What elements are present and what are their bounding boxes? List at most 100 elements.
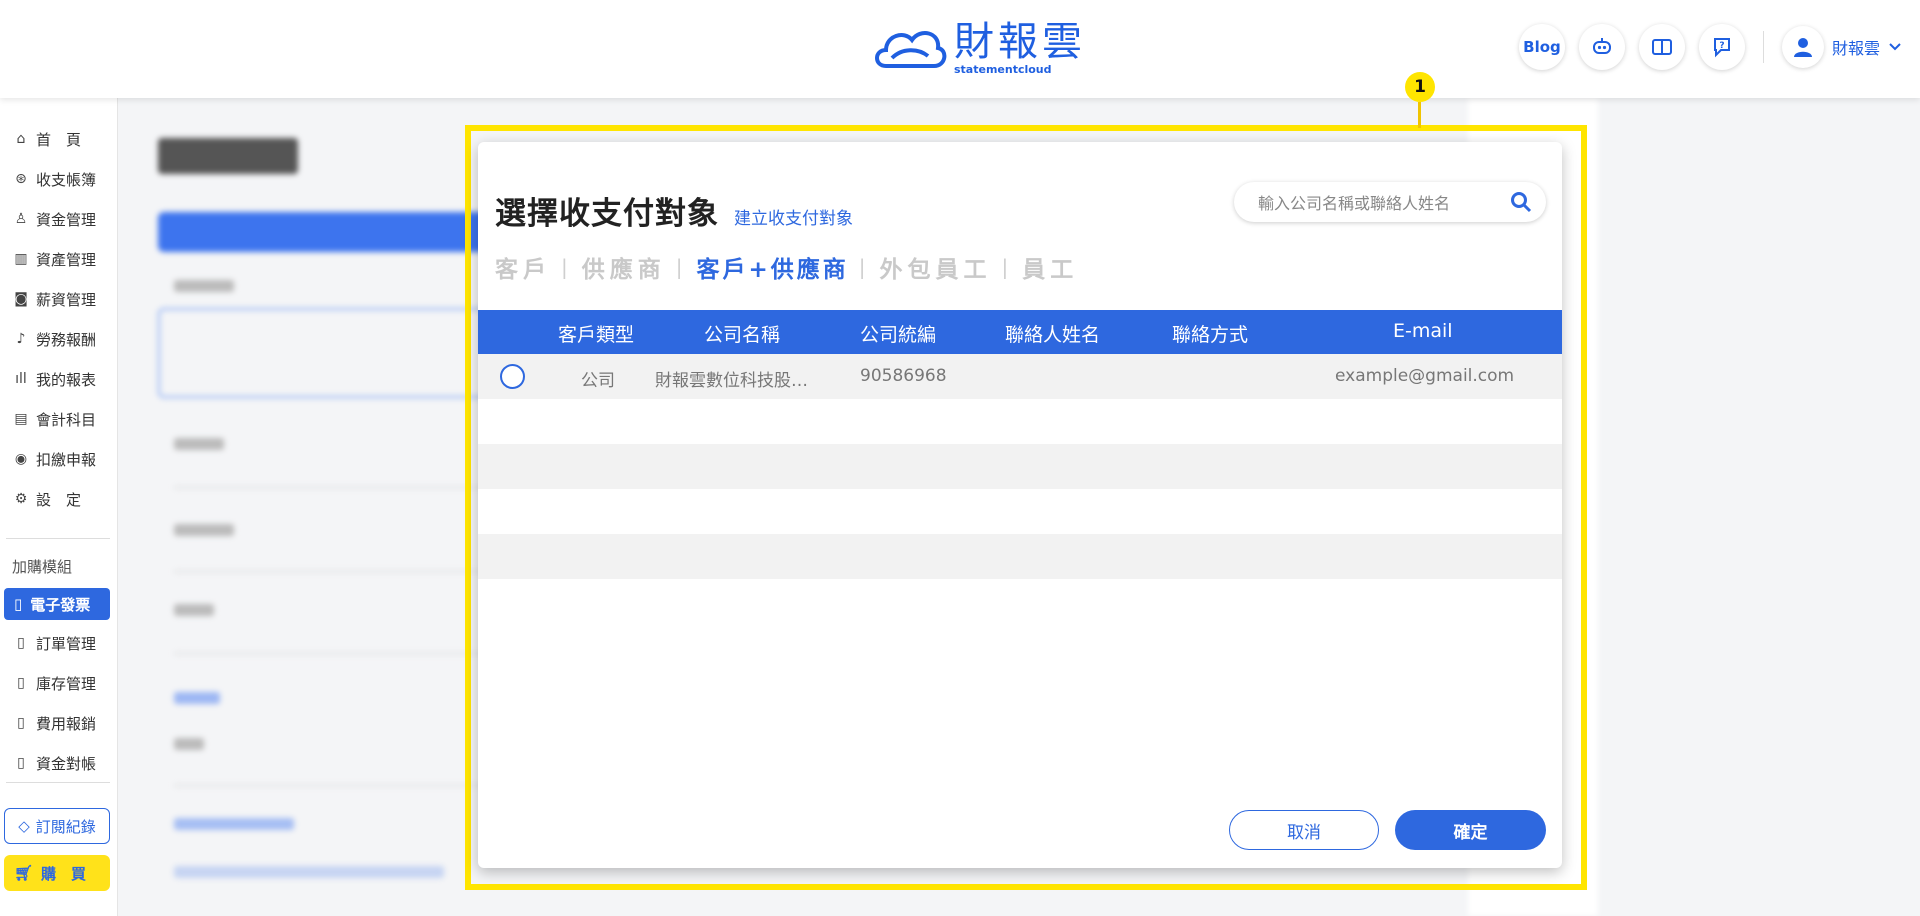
tab-customer-supplier[interactable]: 客戶+供應商 xyxy=(697,250,849,284)
buy-button[interactable]: 🛒︎ 購 買 xyxy=(4,855,110,891)
salary-icon: ◙ xyxy=(14,291,28,307)
create-payee-link[interactable]: 建立收支付對象 xyxy=(734,204,853,229)
sidebar-item-label: 資金對帳 xyxy=(36,754,97,773)
sidebar-item-accounting[interactable]: ▤ 會計科目 xyxy=(12,404,102,434)
header-divider xyxy=(1762,31,1764,63)
sidebar-item-label: 訂單管理 xyxy=(36,634,97,653)
sidebar: ⌂ 首 頁 ⊛ 收支帳簿 ♙ 資金管理 ▥ 資產管理 ◙ 薪資管理 ♪ 勞務報酬 ıll 我的… xyxy=(0,98,118,916)
top-header: 財報雲 statementcloud Blog ? 財報雲 xyxy=(0,0,1920,98)
sidebar-item-expenses[interactable]: ▯ 費用報銷 xyxy=(12,708,102,738)
sidebar-item-label: 設 定 xyxy=(36,490,82,509)
buy-label: 購 買 xyxy=(41,864,87,883)
book-icon xyxy=(1651,39,1672,55)
tab-customer[interactable]: 客戶 xyxy=(495,250,551,284)
sidebar-item-salary[interactable]: ◙ 薪資管理 xyxy=(12,284,102,314)
logo-english-text: statementcloud xyxy=(954,62,1052,76)
labor-icon: ♪ xyxy=(16,331,26,347)
column-header: 公司名稱 xyxy=(704,324,781,346)
tutorial-button[interactable] xyxy=(1638,24,1685,70)
module-icon: ▯ xyxy=(17,635,25,651)
sidebar-item-label: 電子發票 xyxy=(30,595,91,614)
sidebar-item-label: 收支帳簿 xyxy=(36,170,97,189)
cancel-button[interactable]: 取消 xyxy=(1229,810,1379,850)
logo[interactable]: 財報雲 statementcloud xyxy=(870,20,1086,76)
home-icon: ⌂ xyxy=(16,131,26,147)
sidebar-item-orders[interactable]: ▯ 訂單管理 xyxy=(12,628,102,658)
sidebar-item-fund[interactable]: ♙ 資金管理 xyxy=(12,204,102,234)
sidebar-item-label: 薪資管理 xyxy=(36,290,97,309)
table-row[interactable]: 公司 財報雲數位科技股… 90586968 example@gmail.com xyxy=(478,354,1562,399)
sidebar-item-income-book[interactable]: ⊛ 收支帳簿 xyxy=(12,164,102,194)
sidebar-item-e-invoice[interactable]: ▯ 電子發票 xyxy=(4,588,110,620)
blog-button[interactable]: Blog xyxy=(1518,24,1565,70)
module-icon: ▯ xyxy=(14,595,23,613)
column-header: 公司統編 xyxy=(860,324,937,346)
fund-icon: ♙ xyxy=(14,211,28,227)
row-select-radio[interactable] xyxy=(500,364,525,389)
tax-icon: ◉ xyxy=(14,451,28,467)
help-button[interactable]: ? xyxy=(1698,24,1745,70)
robot-assistant-button[interactable] xyxy=(1578,24,1625,70)
search-icon[interactable] xyxy=(1510,191,1532,213)
table-row-empty xyxy=(478,579,1562,624)
user-icon xyxy=(1793,38,1812,57)
sidebar-item-home[interactable]: ⌂ 首 頁 xyxy=(12,124,102,154)
tab-contractor[interactable]: 外包員工 xyxy=(880,250,992,284)
asset-icon: ▥ xyxy=(14,251,28,267)
background-input xyxy=(174,756,504,786)
tab-supplier[interactable]: 供應商 xyxy=(582,250,666,284)
background-line xyxy=(174,818,294,830)
column-header: 聯絡人姓名 xyxy=(1005,324,1101,346)
table-row-empty xyxy=(478,489,1562,534)
user-name: 財報雲 xyxy=(1831,39,1880,58)
background-line xyxy=(174,692,220,704)
sidebar-item-reconcile[interactable]: ▯ 資金對帳 xyxy=(12,748,102,778)
avatar xyxy=(1781,26,1824,68)
logo-chinese-text: 財報雲 xyxy=(954,18,1086,65)
diamond-icon: ◇ xyxy=(18,817,30,835)
payee-type-tabs: 客戶 | 供應商 | 客戶+供應商 | 外包員工 | 員工 xyxy=(495,250,1078,284)
sidebar-item-label: 費用報銷 xyxy=(36,714,97,733)
background-line xyxy=(174,604,214,616)
background-line xyxy=(174,866,444,878)
sidebar-item-tax[interactable]: ◉ 扣繳申報 xyxy=(12,444,102,474)
sidebar-item-label: 資金管理 xyxy=(36,210,97,229)
background-input xyxy=(174,542,504,572)
settings-icon: ⚙ xyxy=(14,491,28,507)
report-icon: ıll xyxy=(15,371,27,387)
column-header: 聯絡方式 xyxy=(1172,324,1249,346)
tab-separator: | xyxy=(561,255,568,279)
sidebar-item-settings[interactable]: ⚙ 設 定 xyxy=(12,484,102,514)
accounting-icon: ▤ xyxy=(14,411,28,427)
confirm-button[interactable]: 確定 xyxy=(1395,810,1546,850)
sidebar-item-labor[interactable]: ♪ 勞務報酬 xyxy=(12,324,102,354)
sidebar-item-report[interactable]: ıll 我的報表 xyxy=(12,364,102,394)
select-payee-modal: 選擇收支付對象 建立收支付對象 輸入公司名稱或聯絡人姓名 客戶 | 供應商 | … xyxy=(478,142,1562,868)
income-book-icon: ⊛ xyxy=(15,171,27,187)
user-menu[interactable]: 財報雲 xyxy=(1781,26,1902,68)
highlight-badge: 1 xyxy=(1405,72,1435,102)
background-line xyxy=(174,280,234,292)
sidebar-item-asset[interactable]: ▥ 資產管理 xyxy=(12,244,102,274)
cell-tax-id: 90586968 xyxy=(860,366,947,386)
highlight-connector xyxy=(1418,102,1421,128)
addon-section-label: 加購模組 xyxy=(12,558,73,576)
sidebar-item-label: 庫存管理 xyxy=(36,674,97,693)
column-header: E-mail xyxy=(1393,320,1453,342)
search-input[interactable]: 輸入公司名稱或聯絡人姓名 xyxy=(1234,182,1546,222)
svg-text:?: ? xyxy=(1719,41,1724,51)
sidebar-item-inventory[interactable]: ▯ 庫存管理 xyxy=(12,668,102,698)
tab-employee[interactable]: 員工 xyxy=(1022,250,1078,284)
sidebar-item-label: 資產管理 xyxy=(36,250,97,269)
table-header: 客戶類型 公司名稱 公司統編 聯絡人姓名 聯絡方式 E-mail xyxy=(478,310,1562,354)
subscription-record-button[interactable]: ◇ 訂閱紀錄 xyxy=(4,808,110,844)
subscription-label: 訂閱紀錄 xyxy=(35,817,96,836)
tab-separator: | xyxy=(675,255,683,279)
modal-title: 選擇收支付對象 xyxy=(495,196,719,232)
sidebar-item-label: 我的報表 xyxy=(36,370,97,389)
sidebar-divider xyxy=(6,782,110,783)
table-row-empty xyxy=(478,444,1562,489)
search-placeholder: 輸入公司名稱或聯絡人姓名 xyxy=(1258,194,1451,213)
background-line xyxy=(174,524,234,536)
sidebar-item-label: 勞務報酬 xyxy=(36,330,97,349)
